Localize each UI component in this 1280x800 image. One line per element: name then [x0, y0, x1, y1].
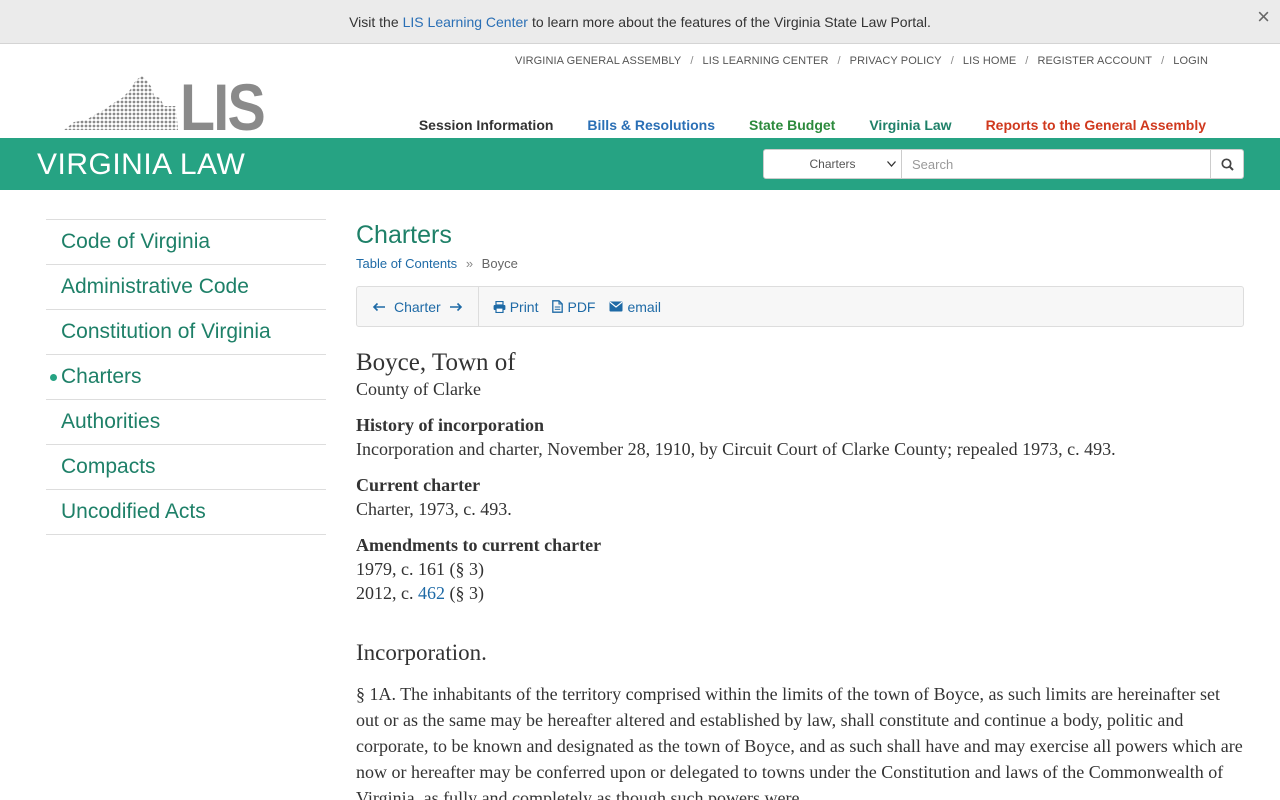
- amendment-chapter-link[interactable]: 462: [418, 583, 445, 603]
- sidebar-item-authorities[interactable]: Authorities: [46, 400, 326, 445]
- breadcrumb-table-of-contents[interactable]: Table of Contents: [356, 256, 457, 271]
- section-heading: Incorporation.: [356, 640, 487, 665]
- sidebar-item-label: Constitution of Virginia: [61, 320, 271, 343]
- search-input[interactable]: Search: [902, 149, 1211, 179]
- current-charter-heading: Current charter: [356, 475, 481, 495]
- nav-virginia-law[interactable]: Virginia Law: [869, 117, 951, 133]
- sidebar-item-constitution[interactable]: Constitution of Virginia: [46, 310, 326, 355]
- notice-suffix: to learn more about the features of the …: [531, 13, 931, 30]
- document-actions: Print PDF email: [479, 299, 661, 315]
- pdf-file-icon: [552, 300, 564, 313]
- util-link-learning-center[interactable]: LIS LEARNING CENTER: [703, 55, 829, 67]
- nav-reports[interactable]: Reports to the General Assembly: [986, 117, 1206, 133]
- util-link-register[interactable]: REGISTER ACCOUNT: [1037, 55, 1152, 67]
- arrow-left-icon[interactable]: [372, 299, 386, 315]
- util-separator: /: [1161, 55, 1165, 67]
- print-button[interactable]: Print: [493, 298, 539, 315]
- print-icon: [493, 300, 506, 313]
- sidebar-item-administrative-code[interactable]: Administrative Code: [46, 265, 326, 310]
- sidebar-item-label: Authorities: [61, 410, 161, 433]
- amendment-suffix: (§ 3): [449, 583, 485, 603]
- notice-learning-center-link[interactable]: LIS Learning Center: [403, 14, 528, 30]
- sidebar-item-label: Administrative Code: [61, 275, 249, 298]
- amendments-heading: Amendments to current charter: [356, 535, 602, 555]
- logo-text: LIS: [180, 76, 264, 132]
- search-button[interactable]: [1211, 149, 1244, 179]
- nav-state-budget[interactable]: State Budget: [749, 117, 835, 133]
- charter-county: County of Clarke: [356, 379, 481, 399]
- main-nav: Session Information Bills & Resolutions …: [419, 117, 1206, 133]
- envelope-icon: [609, 301, 623, 312]
- email-button[interactable]: email: [609, 298, 661, 315]
- charter-pager-label: Charter: [394, 298, 441, 315]
- document-toolbar: Charter Print PDF email: [356, 286, 1244, 327]
- history-heading: History of incorporation: [356, 415, 544, 435]
- charter-heading: Boyce, Town of: [356, 349, 516, 376]
- main-content: Charters Table of Contents » Boyce Chart…: [356, 219, 1246, 800]
- breadcrumb-separator: »: [465, 256, 474, 271]
- pdf-label: PDF: [567, 298, 596, 315]
- email-label: email: [627, 298, 661, 315]
- active-indicator-dot: [50, 374, 57, 381]
- sidebar-item-label: Charters: [61, 365, 142, 388]
- close-icon[interactable]: ×: [1257, 6, 1270, 28]
- breadcrumb: Table of Contents » Boyce: [356, 256, 1246, 271]
- util-separator: /: [950, 55, 954, 67]
- sidebar-item-charters[interactable]: Charters: [46, 355, 326, 400]
- util-link-privacy-policy[interactable]: PRIVACY POLICY: [850, 55, 942, 67]
- amendment-prefix: 2012, c.: [356, 583, 414, 603]
- util-separator: /: [837, 55, 841, 67]
- arrow-right-icon[interactable]: [449, 299, 463, 315]
- virginia-map-logo-icon: LIS: [64, 70, 266, 144]
- search-icon: [1220, 157, 1234, 171]
- util-link-general-assembly[interactable]: VIRGINIA GENERAL ASSEMBLY: [515, 55, 681, 67]
- search-scope-value: Charters: [809, 157, 856, 171]
- util-link-login[interactable]: LOGIN: [1173, 55, 1208, 67]
- sidebar-item-code-of-virginia[interactable]: Code of Virginia: [46, 220, 326, 265]
- util-link-lis-home[interactable]: LIS HOME: [963, 55, 1016, 67]
- sidebar-item-label: Compacts: [61, 455, 156, 478]
- util-separator: /: [690, 55, 694, 67]
- util-separator: /: [1025, 55, 1029, 67]
- amendment-item: 1979, c. 161 (§ 3): [356, 559, 484, 579]
- nav-bills-resolutions[interactable]: Bills & Resolutions: [587, 117, 715, 133]
- section-paragraph: § 1A. The inhabitants of the territory c…: [356, 684, 1243, 800]
- breadcrumb-current: Boyce: [481, 256, 518, 271]
- charter-document: Boyce, Town of County of Clarke History …: [356, 349, 1246, 800]
- pdf-button[interactable]: PDF: [552, 299, 595, 315]
- amendment-item: 2012, c. 462 (§ 3): [356, 581, 1246, 605]
- history-text: Incorporation and charter, November 28, …: [356, 439, 1116, 459]
- chevron-down-icon: [887, 159, 896, 169]
- section-banner: VIRGINIA LAW Charters Search: [0, 138, 1280, 190]
- utility-nav: VIRGINIA GENERAL ASSEMBLY / LIS LEARNING…: [515, 55, 1208, 67]
- charter-pager: Charter: [357, 287, 479, 326]
- search-scope-select[interactable]: Charters: [763, 149, 902, 179]
- nav-session-information[interactable]: Session Information: [419, 117, 554, 133]
- notice-prefix: Visit the: [349, 13, 399, 30]
- sidebar-item-compacts[interactable]: Compacts: [46, 445, 326, 490]
- print-label: Print: [509, 298, 539, 315]
- sidebar-item-uncodified-acts[interactable]: Uncodified Acts: [46, 490, 326, 535]
- page-title: Charters: [356, 221, 452, 249]
- sidebar-item-label: Uncodified Acts: [61, 500, 206, 523]
- law-sidebar: Code of Virginia Administrative Code Con…: [46, 219, 326, 535]
- search-form: Charters Search: [763, 149, 1244, 179]
- notice-bar: Visit the LIS Learning Center to learn m…: [0, 0, 1280, 44]
- sidebar-item-label: Code of Virginia: [61, 230, 211, 253]
- current-charter-text: Charter, 1973, c. 493.: [356, 499, 512, 519]
- lis-logo[interactable]: LIS: [64, 70, 266, 144]
- section-title[interactable]: VIRGINIA LAW: [37, 148, 245, 182]
